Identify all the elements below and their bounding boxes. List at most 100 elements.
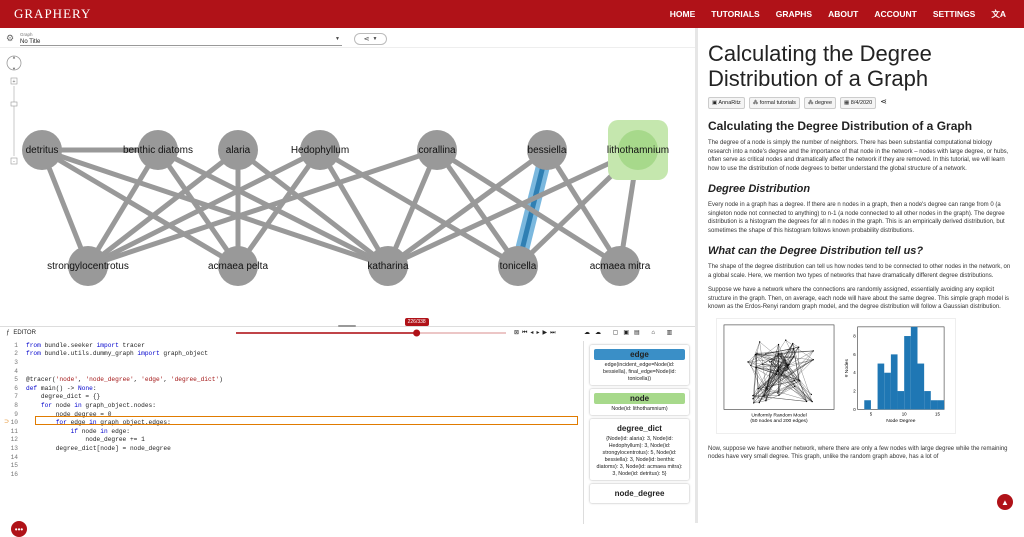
- histogram-bar: [931, 400, 938, 409]
- scroll-top-button[interactable]: ▲: [997, 494, 1013, 510]
- nav-tutorials[interactable]: TUTORIALS: [703, 9, 767, 19]
- random-graph-node: [788, 364, 789, 365]
- histogram-xlabel: Node Degree: [886, 418, 915, 424]
- code-text: degree_dict = {}: [26, 393, 100, 400]
- code-line: 1from bundle.seeker import tracer: [0, 341, 580, 350]
- translate-icon[interactable]: 文A: [983, 8, 1014, 20]
- article-title: Calculating the Degree Distribution of a…: [708, 41, 1014, 91]
- graph-edge[interactable]: [437, 150, 518, 266]
- nav-settings[interactable]: SETTINGS: [925, 9, 984, 19]
- line-number: 14: [0, 454, 26, 461]
- author-chip[interactable]: ▣ AnnaRitz: [708, 97, 745, 109]
- share-icon: ⋖: [364, 35, 370, 43]
- random-graph-node: [778, 343, 779, 344]
- random-graph-node: [776, 373, 777, 374]
- random-graph-node: [811, 393, 812, 394]
- graph-node-label: strongylocentrotus: [47, 261, 129, 272]
- random-graph-node: [755, 366, 756, 367]
- variable-value: Node(id: lithothamnium): [594, 406, 685, 413]
- step-slider[interactable]: [236, 327, 506, 339]
- line-number: 13: [0, 445, 26, 452]
- histogram-y-tick: 2: [853, 388, 856, 393]
- random-graph-node: [778, 353, 779, 354]
- editor-actions[interactable]: ☁☁ ▢▣▤ ⌂ ▥: [584, 329, 677, 336]
- code-line: 5@tracer('node', 'node_degree', 'edge', …: [0, 375, 580, 384]
- random-graph-node: [763, 395, 764, 396]
- graph-node-label: acmaea pelta: [208, 261, 268, 272]
- line-number: 1: [0, 342, 26, 349]
- histogram-bar: [891, 354, 898, 409]
- random-graph-node: [778, 394, 779, 395]
- random-graph-node: [781, 374, 782, 375]
- histogram-x-tick: 15: [935, 411, 940, 416]
- top-bar: GRAPHERY HOME TUTORIALS GRAPHS ABOUT ACC…: [0, 0, 1024, 28]
- graph-settings-icon[interactable]: ⚙: [6, 33, 14, 44]
- code-text: from bundle.utils.dummy_graph import gra…: [26, 350, 208, 357]
- line-number: 7: [0, 393, 26, 400]
- playback-controls[interactable]: ⊠⏮◂▸▶⏭: [514, 329, 558, 337]
- variable-card: nodeNode(id: lithothamnium): [590, 389, 689, 415]
- variable-card: edgeedge(incident_edge=Node(id: bessiell…: [590, 345, 689, 385]
- category-chip[interactable]: ⁂ formal tutorials: [749, 97, 800, 109]
- histogram-bar: [884, 372, 891, 409]
- tag-chip[interactable]: ⁂ degree: [804, 97, 836, 109]
- histogram-bar: [878, 363, 885, 409]
- line-number: 16: [0, 471, 26, 478]
- random-graph-node: [759, 341, 760, 342]
- code-line: 11 if node in edge:: [0, 427, 580, 436]
- histogram-x-tick: 5: [870, 411, 873, 416]
- random-graph-node: [806, 400, 807, 401]
- code-text: def main() -> None:: [26, 385, 97, 392]
- code-line: 7 degree_dict = {}: [0, 393, 580, 402]
- code-editor[interactable]: 1from bundle.seeker import tracer2from b…: [0, 341, 580, 524]
- panel-resize-handle[interactable]: [338, 325, 356, 327]
- function-icon: ƒ: [6, 330, 9, 336]
- brand-logo[interactable]: GRAPHERY: [14, 6, 91, 22]
- random-graph-node: [752, 398, 753, 399]
- share-icon[interactable]: ⋖: [880, 97, 887, 109]
- graph-edge[interactable]: [238, 150, 320, 266]
- code-line: 15: [0, 461, 580, 470]
- random-graph-node: [759, 401, 760, 402]
- share-graph-button[interactable]: ⋖▼: [354, 33, 387, 45]
- graph-canvas[interactable]: detritusbenthic diatomsalariaHedophyllum…: [0, 48, 695, 348]
- code-line: 3: [0, 358, 580, 367]
- nav-home[interactable]: HOME: [662, 9, 704, 19]
- histogram-bar: [937, 400, 944, 409]
- histogram-y-tick: 6: [853, 351, 856, 356]
- nav-account[interactable]: ACCOUNT: [866, 9, 925, 19]
- tag-label: degree: [815, 100, 832, 106]
- code-text: if node in edge:: [26, 428, 130, 435]
- nav-graphs[interactable]: GRAPHS: [768, 9, 820, 19]
- category-label: formal tutorials: [760, 100, 796, 106]
- variable-name: node_degree: [594, 488, 685, 499]
- random-graph-node: [794, 379, 795, 380]
- variable-panel: edgeedge(incident_edge=Node(id: bessiell…: [583, 341, 695, 524]
- random-graph-node: [784, 359, 785, 360]
- code-line: 4: [0, 367, 580, 376]
- current-line-highlight: [35, 416, 578, 425]
- histogram-bar: [924, 391, 931, 409]
- random-graph-node: [756, 352, 757, 353]
- code-text: degree_dict[node] = node_degree: [26, 445, 171, 452]
- chevron-down-icon: ▼: [372, 36, 377, 42]
- histogram-y-tick: 8: [853, 333, 856, 338]
- code-line: 14: [0, 453, 580, 462]
- random-graph-node: [778, 366, 779, 367]
- line-number: 2: [0, 350, 26, 357]
- variable-name: degree_dict: [594, 423, 685, 434]
- random-graph-node: [785, 339, 786, 340]
- code-text: from bundle.seeker import tracer: [26, 342, 145, 349]
- step-counter: 226/338: [405, 318, 429, 326]
- histogram-bar: [911, 326, 918, 409]
- code-line: 12 node_degree += 1: [0, 436, 580, 445]
- nav-about[interactable]: ABOUT: [820, 9, 866, 19]
- random-graph-node: [794, 385, 795, 386]
- article-panel: Calculating the Degree Distribution of a…: [698, 28, 1024, 523]
- figure-caption: Uniformly Random Model: [751, 412, 806, 418]
- histogram-ylabel: # Nodes: [844, 358, 850, 377]
- graph-select-value: No Title: [20, 39, 40, 45]
- editor-title: EDITOR: [13, 330, 36, 336]
- more-options-button[interactable]: •••: [11, 521, 27, 537]
- graph-select[interactable]: Graph No Title ▼: [20, 30, 342, 46]
